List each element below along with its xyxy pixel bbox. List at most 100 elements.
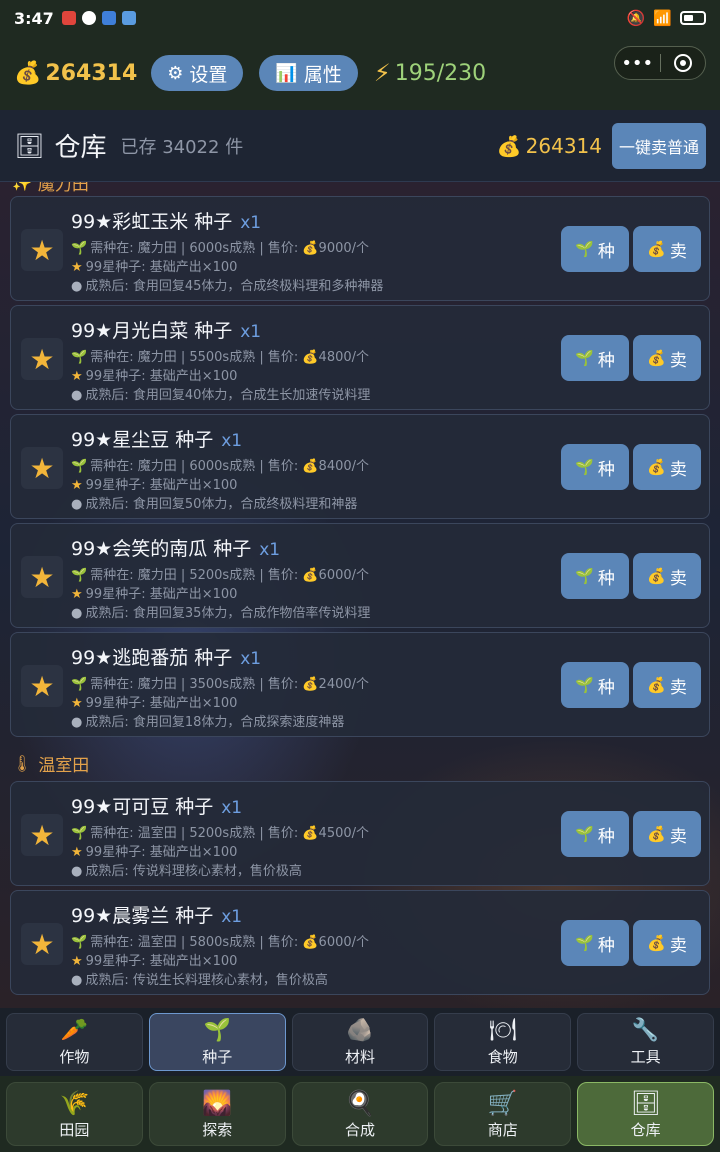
item-requirement: 🌱 需种在: 温室田 | 5200s成熟 | 售价: 💰4500/个 bbox=[71, 822, 369, 841]
wrench-icon: 🔧 bbox=[631, 1017, 660, 1043]
item-star-info: ★ 99星种子: 基础产出×100 bbox=[71, 692, 237, 711]
item-star-text: 99星种子: 基础产出×100 bbox=[85, 696, 238, 711]
stored-count: 已存 34022 件 bbox=[120, 136, 244, 158]
plate-icon: ● bbox=[71, 279, 83, 294]
qq-icon bbox=[81, 11, 96, 25]
money-bag-icon: 💰 bbox=[647, 241, 666, 258]
nav-label: 探索 bbox=[202, 1120, 233, 1139]
more-dots-icon: ••• bbox=[621, 52, 654, 74]
star-icon: ★ bbox=[71, 587, 83, 602]
sell-button[interactable]: 💰 卖 bbox=[633, 226, 701, 272]
plant-button[interactable]: 🌱 种 bbox=[561, 920, 629, 966]
tab-tools[interactable]: 🔧 工具 bbox=[577, 1013, 714, 1071]
item-quantity: x1 bbox=[240, 649, 262, 669]
notification-app-icon bbox=[121, 11, 136, 25]
list-item: ★ 99★可可豆 种子 x1 🌱 需种在: 温室田 | 5200s成熟 | 售价: … bbox=[10, 781, 710, 886]
nav-label: 商店 bbox=[487, 1120, 518, 1139]
item-quantity: x1 bbox=[240, 213, 262, 233]
tab-food[interactable]: 🍽 食物 bbox=[434, 1013, 572, 1071]
item-name: 99★彩虹玉米 种子 x1 bbox=[71, 207, 261, 234]
item-star-text: 99星种子: 基础产出×100 bbox=[85, 478, 238, 493]
nav-farm[interactable]: 🌾 田园 bbox=[6, 1082, 143, 1146]
money-bag-icon: 💰 bbox=[14, 60, 42, 86]
sell-button[interactable]: 💰 卖 bbox=[633, 444, 701, 490]
lightning-icon: ⚡ bbox=[373, 59, 391, 87]
wifi-icon: 📶 bbox=[653, 9, 672, 27]
notification-app-icon bbox=[61, 11, 76, 25]
nav-explore[interactable]: 🌄 探索 bbox=[148, 1082, 286, 1146]
cabinet-icon: 🗄 bbox=[630, 1088, 661, 1117]
tab-seeds[interactable]: 🌱 种子 bbox=[148, 1013, 286, 1071]
gold-amount: 264314 bbox=[45, 60, 138, 86]
plate-icon: ● bbox=[71, 497, 83, 512]
item-name-text: 99★可可豆 种子 bbox=[71, 796, 214, 818]
sprout-icon: 🌱 bbox=[575, 826, 594, 843]
item-star-text: 99星种子: 基础产出×100 bbox=[85, 587, 238, 602]
star-seed-icon: ★ bbox=[21, 665, 63, 707]
category-tab-bar: 🥕 作物 🌱 种子 🪨 材料 🍽 食物 🔧 工具 bbox=[0, 1008, 720, 1076]
energy-display: ⚡ 195/230 bbox=[374, 59, 486, 87]
ore-icon: 🪨 bbox=[346, 1017, 374, 1043]
list-item: ★ 99★星尘豆 种子 x1 🌱 需种在: 魔力田 | 6000s成熟 | 售价: … bbox=[10, 414, 710, 519]
status-time: 3:47 bbox=[14, 8, 54, 28]
item-effect-text: 成熟后: 传说生长料理核心素材，售价极高 bbox=[85, 973, 328, 988]
battery-icon bbox=[680, 11, 706, 25]
nav-craft[interactable]: 🍳 合成 bbox=[291, 1082, 429, 1146]
sell-all-common-button[interactable]: 一键卖普通 bbox=[612, 122, 706, 169]
plant-button[interactable]: 🌱 种 bbox=[561, 553, 629, 599]
tab-label: 工具 bbox=[630, 1047, 661, 1066]
sell-button[interactable]: 💰 卖 bbox=[633, 335, 701, 381]
miniprogram-capsule: ••• bbox=[614, 46, 706, 80]
star-icon: ★ bbox=[71, 954, 83, 969]
plant-button[interactable]: 🌱 种 bbox=[561, 335, 629, 381]
plant-button[interactable]: 🌱 种 bbox=[561, 811, 629, 857]
item-name: 99★可可豆 种子 x1 bbox=[71, 792, 242, 819]
item-star-text: 99星种子: 基础产出×100 bbox=[85, 845, 238, 860]
item-requirement-text: 需种在: 温室田 | 5200s成熟 | 售价: 💰4500/个 bbox=[90, 826, 370, 841]
plate-icon: ● bbox=[71, 715, 83, 730]
nav-warehouse[interactable]: 🗄 仓库 bbox=[577, 1082, 714, 1146]
settings-button[interactable]: ⚙ 设置 bbox=[151, 55, 244, 91]
item-effect: ● 成熟后: 食用回复50体力，合成终极料理和神器 bbox=[71, 493, 357, 512]
tab-materials[interactable]: 🪨 材料 bbox=[291, 1013, 429, 1071]
magic-icon: ✨ bbox=[12, 182, 32, 192]
star-seed-icon: ★ bbox=[21, 923, 63, 965]
sell-button[interactable]: 💰 卖 bbox=[633, 920, 701, 966]
close-miniprogram-button[interactable] bbox=[661, 54, 706, 72]
item-effect-text: 成熟后: 传说料理核心素材，售价极高 bbox=[85, 864, 302, 879]
nav-shop[interactable]: 🛒 商店 bbox=[434, 1082, 572, 1146]
sell-label: 卖 bbox=[669, 677, 687, 697]
plant-label: 种 bbox=[597, 350, 615, 370]
item-requirement-text: 需种在: 魔力田 | 3500s成熟 | 售价: 💰2400/个 bbox=[90, 677, 370, 692]
plant-button[interactable]: 🌱 种 bbox=[561, 662, 629, 708]
sell-label: 卖 bbox=[669, 350, 687, 370]
item-star-info: ★ 99星种子: 基础产出×100 bbox=[71, 474, 237, 493]
seed-list[interactable]: ✨ 魔力田 ★ 99★彩虹玉米 种子 x1 🌱 需种在: 魔力田 | 6000s成熟… bbox=[0, 182, 720, 1008]
more-menu-button[interactable]: ••• bbox=[615, 53, 660, 74]
item-name-text: 99★月光白菜 种子 bbox=[71, 320, 233, 342]
item-requirement: 🌱 需种在: 温室田 | 5800s成熟 | 售价: 💰6000/个 bbox=[71, 931, 369, 950]
tab-crops[interactable]: 🥕 作物 bbox=[6, 1013, 143, 1071]
category-label-magic-field: ✨ 魔力田 bbox=[12, 182, 89, 195]
plant-button[interactable]: 🌱 种 bbox=[561, 226, 629, 272]
item-name-text: 99★会笑的南瓜 种子 bbox=[71, 538, 252, 560]
item-quantity: x1 bbox=[221, 431, 243, 451]
sell-button[interactable]: 💰 卖 bbox=[633, 662, 701, 708]
tab-label: 作物 bbox=[59, 1047, 90, 1066]
nav-label: 田园 bbox=[59, 1120, 90, 1139]
landscape-icon: 🌄 bbox=[202, 1088, 233, 1117]
attributes-button[interactable]: 📊 属性 bbox=[259, 55, 358, 91]
list-item: ★ 99★晨雾兰 种子 x1 🌱 需种在: 温室田 | 5800s成熟 | 售价: … bbox=[10, 890, 710, 995]
sell-label: 卖 bbox=[669, 935, 687, 955]
sell-label: 卖 bbox=[669, 568, 687, 588]
sprout-icon: 🌱 bbox=[71, 935, 88, 950]
sell-button[interactable]: 💰 卖 bbox=[633, 811, 701, 857]
bar-chart-icon: 📊 bbox=[275, 62, 298, 83]
main-nav-bar: 🌾 田园 🌄 探索 🍳 合成 🛒 商店 🗄 仓库 bbox=[0, 1076, 720, 1152]
item-effect: ● 成熟后: 食用回复35体力，合成作物倍率传说料理 bbox=[71, 602, 370, 621]
item-requirement-text: 需种在: 魔力田 | 6000s成熟 | 售价: 💰8400/个 bbox=[90, 459, 370, 474]
plant-button[interactable]: 🌱 种 bbox=[561, 444, 629, 490]
item-requirement-text: 需种在: 魔力田 | 5500s成熟 | 售价: 💰4800/个 bbox=[90, 350, 370, 365]
star-seed-icon: ★ bbox=[21, 556, 63, 598]
sell-button[interactable]: 💰 卖 bbox=[633, 553, 701, 599]
